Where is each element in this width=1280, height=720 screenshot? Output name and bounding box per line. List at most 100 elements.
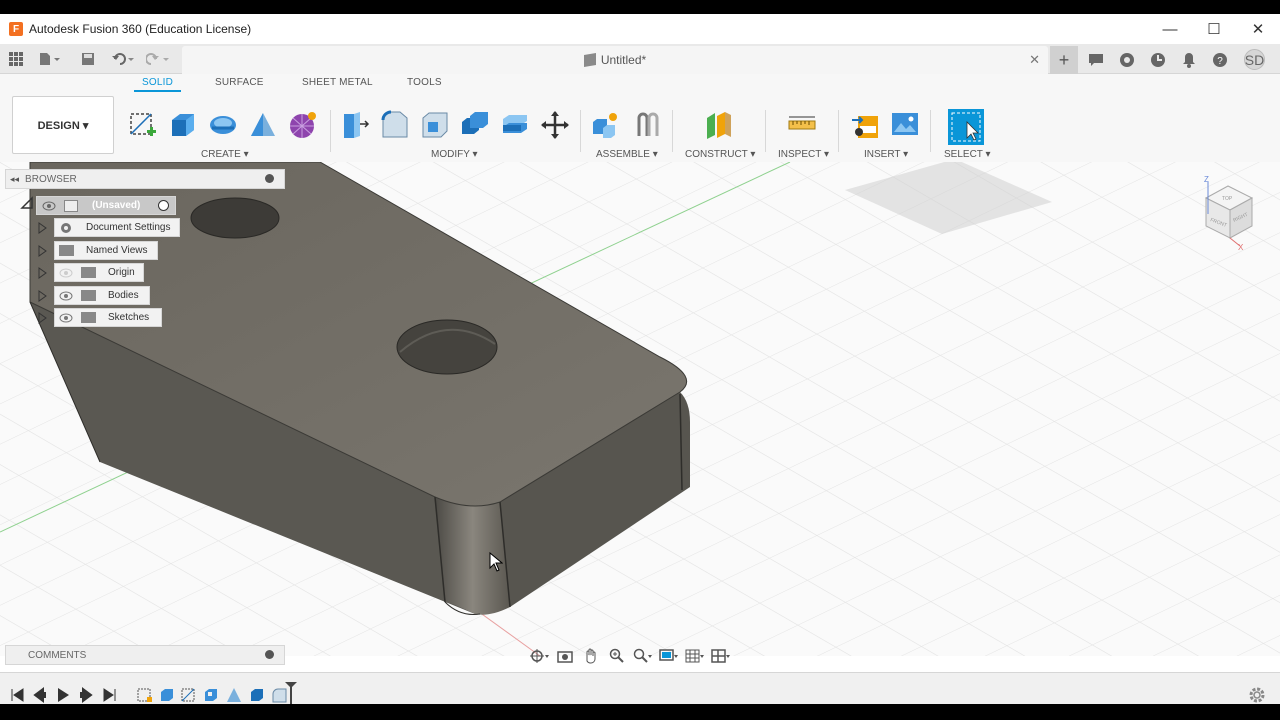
modify-group-label[interactable]: MODIFY ▾ — [431, 149, 478, 160]
extensions-icon[interactable] — [1116, 49, 1137, 70]
expand-document-settings-icon[interactable] — [38, 222, 47, 234]
chat-icon[interactable] — [1085, 49, 1106, 70]
tab-sheet-metal[interactable]: SHEET METAL — [302, 77, 373, 88]
workspace-switcher-button[interactable]: DESIGN ▾ — [12, 96, 114, 154]
model-canvas[interactable] — [0, 162, 1280, 656]
user-avatar[interactable]: SD — [1244, 49, 1265, 70]
insert-image-icon[interactable] — [890, 110, 920, 140]
shell-icon[interactable] — [420, 110, 450, 140]
orbit-icon[interactable] — [528, 646, 550, 666]
zoom-icon[interactable] — [606, 646, 628, 666]
play-icon[interactable] — [55, 687, 71, 703]
tab-solid[interactable]: SOLID — [133, 77, 182, 92]
create-sketch-icon[interactable] — [128, 110, 158, 140]
notifications-icon[interactable] — [1178, 49, 1199, 70]
visibility-eye-icon[interactable] — [42, 201, 56, 211]
create-group-label[interactable]: CREATE ▾ — [201, 149, 249, 160]
select-tool-icon[interactable] — [947, 108, 985, 146]
activate-component-icon[interactable] — [158, 200, 169, 211]
new-component-icon[interactable] — [591, 110, 621, 140]
new-tab-button[interactable]: + — [1050, 46, 1078, 74]
measure-icon[interactable] — [787, 110, 817, 140]
browser-item-sketches[interactable]: Sketches — [54, 308, 162, 327]
step-forward-icon[interactable] — [78, 687, 94, 703]
look-at-icon[interactable] — [554, 646, 576, 666]
expand-named-views-icon[interactable] — [38, 245, 47, 257]
browser-panel-header[interactable]: ◂◂ BROWSER — [5, 169, 285, 189]
display-settings-icon[interactable] — [658, 646, 680, 666]
visibility-eye-icon[interactable] — [59, 313, 73, 323]
expand-bodies-icon[interactable] — [38, 290, 47, 302]
minimize-button[interactable]: — — [1148, 14, 1192, 44]
job-status-icon[interactable] — [1147, 49, 1168, 70]
visibility-eye-icon[interactable] — [59, 291, 73, 301]
help-icon[interactable]: ? — [1209, 49, 1230, 70]
browser-root-node[interactable]: (Unsaved) — [36, 196, 176, 215]
redo-icon[interactable] — [145, 50, 171, 68]
grid-settings-icon[interactable] — [684, 646, 706, 666]
timeline-marker-icon[interactable] — [284, 681, 298, 704]
revolve-icon[interactable] — [208, 110, 238, 140]
insert-group-label[interactable]: INSERT ▾ — [864, 149, 908, 160]
app-grid-icon[interactable] — [8, 50, 24, 68]
expand-sketches-icon[interactable] — [38, 312, 47, 324]
go-to-end-icon[interactable] — [102, 687, 118, 703]
offset-plane-icon[interactable] — [704, 110, 734, 140]
browser-item-bodies[interactable]: Bodies — [54, 286, 150, 305]
tab-tools[interactable]: TOOLS — [407, 77, 442, 88]
comments-title: COMMENTS — [28, 649, 87, 661]
timeline-sketch-icon[interactable] — [181, 687, 197, 703]
offset-face-icon[interactable] — [500, 110, 530, 140]
browser-item-document-settings[interactable]: Document Settings — [54, 218, 180, 237]
fillet-icon[interactable] — [380, 110, 410, 140]
viewports-icon[interactable] — [710, 646, 732, 666]
combine-icon[interactable] — [460, 110, 490, 140]
close-tab-icon[interactable]: ✕ — [1029, 52, 1040, 68]
maximize-button[interactable]: ☐ — [1192, 14, 1236, 44]
extrude-icon[interactable] — [168, 110, 198, 140]
hole-1[interactable] — [190, 197, 280, 239]
assemble-group-label[interactable]: ASSEMBLE ▾ — [596, 149, 658, 160]
pan-hand-icon[interactable] — [580, 646, 602, 666]
undo-icon[interactable] — [110, 50, 136, 68]
go-to-start-icon[interactable] — [9, 687, 25, 703]
loft-icon[interactable] — [248, 110, 278, 140]
fit-icon[interactable] — [632, 646, 654, 666]
collapse-root-icon[interactable] — [20, 196, 34, 210]
timeline-cut-icon[interactable] — [203, 687, 219, 703]
joint-icon[interactable] — [633, 110, 663, 140]
timeline-extrude-icon[interactable] — [159, 687, 175, 703]
browser-item-origin[interactable]: Origin — [54, 263, 144, 282]
tab-surface[interactable]: SURFACE — [215, 77, 264, 88]
close-window-button[interactable]: ✕ — [1236, 14, 1280, 44]
comments-panel-header[interactable]: COMMENTS — [5, 645, 285, 665]
browser-pin-icon[interactable] — [265, 174, 274, 183]
timeline-loft-icon[interactable] — [226, 687, 242, 703]
viewcube[interactable]: Z X TOP FRONT RIGHT — [1196, 176, 1260, 254]
move-copy-icon[interactable] — [540, 110, 570, 140]
step-back-icon[interactable] — [32, 687, 48, 703]
hidden-eye-icon[interactable] — [59, 268, 73, 278]
app-window: F Autodesk Fusion 360 (Education License… — [0, 14, 1280, 704]
file-menu-icon[interactable] — [38, 50, 62, 68]
collapse-browser-icon[interactable]: ◂◂ — [10, 174, 19, 185]
timeline-settings-gear-icon[interactable] — [1248, 686, 1266, 704]
document-tab[interactable]: Untitled* ✕ — [182, 46, 1048, 74]
expand-origin-icon[interactable] — [38, 267, 47, 279]
browser-item-named-views[interactable]: Named Views — [54, 241, 158, 260]
comments-add-icon[interactable] — [265, 650, 274, 659]
canvas-viewport[interactable]: Z X TOP FRONT RIGHT — [0, 162, 1280, 656]
window-controls: — ☐ ✕ — [1148, 14, 1280, 44]
document-cube-icon — [583, 52, 596, 68]
hole-2[interactable] — [396, 319, 498, 375]
viewcube-axis-z: Z — [1204, 176, 1209, 184]
timeline-extrude-icon[interactable] — [249, 687, 265, 703]
inspect-group-label[interactable]: INSPECT ▾ — [778, 149, 829, 160]
insert-derive-icon[interactable] — [850, 110, 880, 140]
form-icon[interactable] — [288, 110, 318, 140]
press-pull-icon[interactable] — [340, 110, 370, 140]
construct-group-label[interactable]: CONSTRUCT ▾ — [685, 149, 755, 160]
timeline-sketch-icon[interactable] — [137, 687, 153, 703]
save-icon[interactable] — [80, 50, 96, 68]
select-group-label[interactable]: SELECT ▾ — [944, 149, 991, 160]
